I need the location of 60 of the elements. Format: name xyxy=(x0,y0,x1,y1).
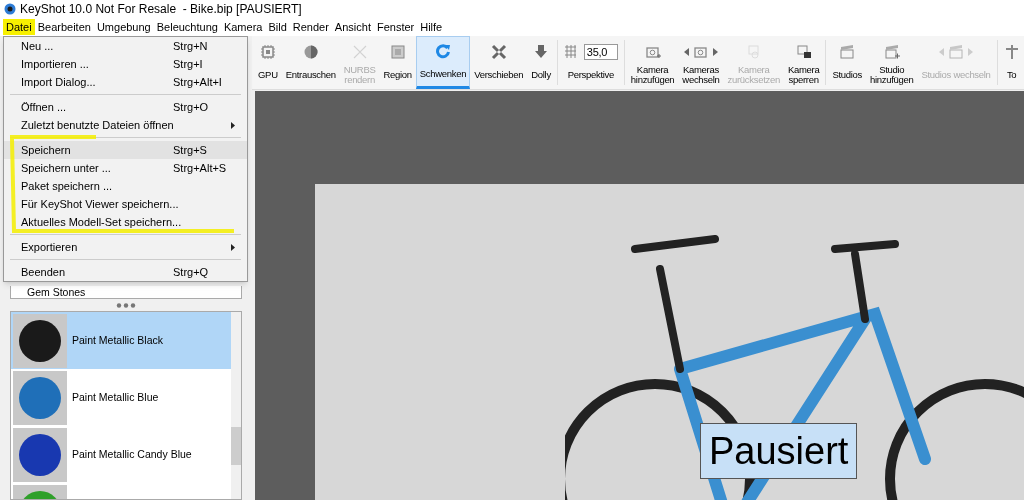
app-logo-icon xyxy=(4,3,16,15)
sphere-icon xyxy=(302,43,319,60)
toolbar-button[interactable]: Studios xyxy=(828,36,866,89)
toolbar-button[interactable]: To xyxy=(999,36,1024,89)
menu-item[interactable]: Beleuchtung xyxy=(153,18,221,36)
menu-item[interactable]: Fenster xyxy=(373,18,418,36)
menu-item[interactable]: Hilfe xyxy=(417,18,446,36)
chip-icon xyxy=(259,43,276,60)
menu-entry[interactable]: Neu ... Strg+N xyxy=(4,37,247,55)
menu-entry[interactable]: Für KeyShot Viewer speichern... xyxy=(4,195,247,213)
menu-item[interactable]: Render xyxy=(289,18,332,36)
camera-lock-icon xyxy=(795,43,812,60)
window-title: KeyShot 10.0 Not For Resale - Bike.bip [PAUSIERT] xyxy=(20,1,302,18)
toolbar-button[interactable]: Entrauschen xyxy=(281,36,340,89)
menu-entry[interactable]: Öffnen ... Strg+O xyxy=(4,98,247,116)
toolbar-button[interactable]: Studio hinzufügen xyxy=(866,36,918,89)
tree-item[interactable]: Gem Stones xyxy=(27,286,241,298)
toolbar-button[interactable]: Dolly xyxy=(527,36,555,89)
menu-entry[interactable]: Zuletzt benutzte Dateien öffnen xyxy=(4,116,247,134)
menu-entry[interactable]: Import Dialog... Strg+Alt+I xyxy=(4,73,247,91)
clapper-icon xyxy=(839,43,856,60)
toolbar-button[interactable]: GPU xyxy=(254,36,282,89)
toolbar-button[interactable]: Kamera hinzufügen xyxy=(626,36,679,89)
scrollbar[interactable] xyxy=(231,312,241,499)
perspective-control[interactable]: 35,0 Perspektive xyxy=(559,36,622,89)
menu-entry[interactable]: Paket speichern ... xyxy=(4,177,247,195)
toolbar-button[interactable]: Kamera sperren xyxy=(783,36,824,89)
toolbar-button[interactable]: Region xyxy=(379,36,416,89)
region-icon xyxy=(389,43,406,60)
left-arrow-icon[interactable] xyxy=(683,47,689,56)
menu-entry[interactable]: Importieren ... Strg+I xyxy=(4,55,247,73)
paused-label: Pausiert xyxy=(700,423,858,479)
switcher-control[interactable]: Kameras wechseln xyxy=(678,36,724,89)
toolbar-button[interactable]: Verschieben xyxy=(470,36,528,89)
menu-item[interactable]: Datei xyxy=(3,18,35,36)
more-dots-icon[interactable] xyxy=(116,302,136,308)
menu-item[interactable]: Ansicht xyxy=(331,18,374,36)
clapper-icon xyxy=(948,43,965,60)
clapper-add-icon xyxy=(883,43,900,60)
menu-entry[interactable]: Speichern unter ... Strg+Alt+S xyxy=(4,159,247,177)
move-arrows-icon xyxy=(490,43,507,60)
menu-item[interactable]: Umgebung xyxy=(93,18,154,36)
material-item[interactable]: Paint Metallic Blue xyxy=(11,369,231,426)
menu-entry[interactable]: Speichern Strg+S xyxy=(4,141,247,159)
menu-entry[interactable]: Exportieren xyxy=(4,238,247,256)
menu-item[interactable]: Bild xyxy=(265,18,290,36)
toolbar-button[interactable]: Schwenken xyxy=(415,36,471,89)
nurbs-icon xyxy=(351,43,368,60)
angle-field[interactable]: 35,0 xyxy=(583,43,618,60)
menu-entry[interactable]: Beenden Strg+Q xyxy=(4,263,247,281)
toolbar-icon xyxy=(1003,43,1020,60)
menu-entry[interactable]: Aktuelles Modell-Set speichern... xyxy=(4,213,247,231)
down-arrow-icon xyxy=(533,43,550,60)
right-arrow-icon[interactable] xyxy=(712,47,718,56)
camera-reset-icon xyxy=(745,43,762,60)
rotate-icon xyxy=(435,42,451,59)
material-item[interactable]: Paint Metallic Black xyxy=(11,312,231,369)
menu-item[interactable]: Kamera xyxy=(220,18,266,36)
material-item[interactable]: Paint Metallic Candy Blue xyxy=(11,426,231,483)
menu-item[interactable]: Bearbeiten xyxy=(34,18,94,36)
